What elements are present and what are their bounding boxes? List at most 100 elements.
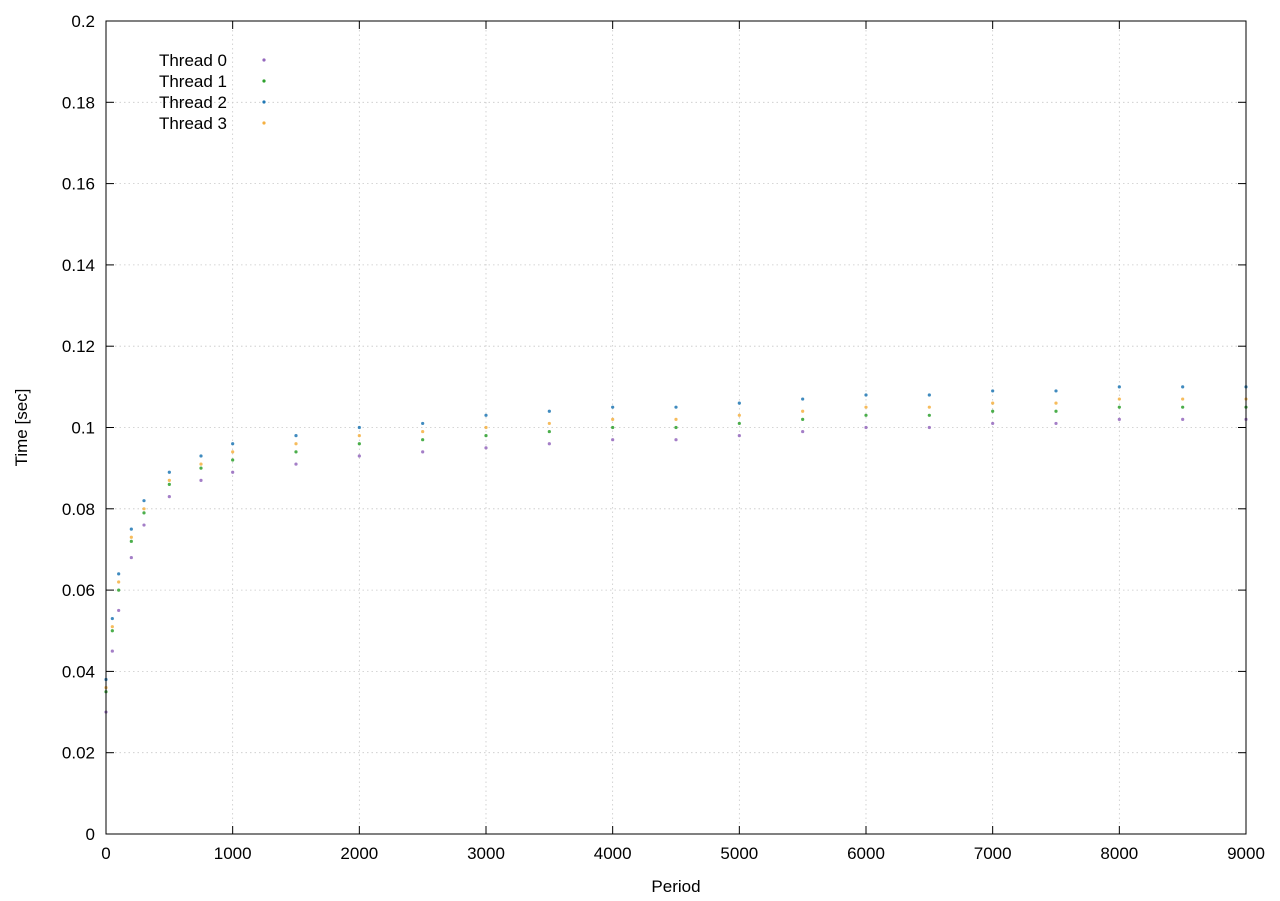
y-tick-label: 0.12 xyxy=(62,337,95,356)
data-point xyxy=(1054,389,1058,393)
x-axis-label: Period xyxy=(651,877,700,896)
series-thread-2 xyxy=(104,385,1248,682)
data-point xyxy=(864,393,868,397)
legend-marker xyxy=(262,58,266,62)
data-point xyxy=(231,442,235,446)
data-point xyxy=(142,507,146,511)
data-point xyxy=(199,462,203,466)
legend-label: Thread 2 xyxy=(159,93,227,112)
data-point xyxy=(129,555,133,560)
y-tick-label: 0.08 xyxy=(62,500,95,519)
data-point xyxy=(991,421,995,426)
data-point xyxy=(484,446,488,450)
y-tick-label: 0.1 xyxy=(71,419,95,438)
x-tick-label: 8000 xyxy=(1100,844,1138,863)
chart-svg: 0 1000 2000 3000 4000 5000 6000 7000 8000 9000 0 0.… xyxy=(12,12,1265,896)
data-point xyxy=(129,527,133,531)
data-point xyxy=(864,405,868,409)
data-point xyxy=(421,450,425,454)
data-point xyxy=(547,409,551,413)
y-tick-label: 0.16 xyxy=(62,175,95,194)
data-point xyxy=(110,649,114,653)
legend-marker xyxy=(262,79,266,83)
data-point xyxy=(421,421,425,426)
y-tick-label: 0.14 xyxy=(62,256,95,275)
data-point xyxy=(611,425,615,430)
data-point xyxy=(294,442,298,446)
data-point xyxy=(167,495,171,499)
data-point xyxy=(737,434,741,438)
y-tick-label: 0.06 xyxy=(62,581,95,600)
data-point xyxy=(1054,421,1058,426)
legend-marker xyxy=(262,121,266,125)
legend: Thread 0 Thread 1 Thread 2 Thread 3 xyxy=(159,51,266,133)
series-thread-0 xyxy=(104,417,1248,714)
y-tick-label: 0.04 xyxy=(62,662,95,681)
data-point xyxy=(199,466,203,470)
data-point xyxy=(674,425,678,430)
data-point xyxy=(199,478,203,482)
data-point xyxy=(1117,385,1121,389)
data-point xyxy=(142,499,146,503)
data-point xyxy=(110,625,114,629)
data-point xyxy=(357,454,361,458)
data-point xyxy=(801,417,805,421)
data-point xyxy=(484,434,488,438)
data-point xyxy=(110,629,114,633)
points-layer xyxy=(104,385,1248,714)
data-point xyxy=(737,401,741,405)
data-point xyxy=(547,421,551,426)
x-tick-label: 2000 xyxy=(340,844,378,863)
x-tick-label: 9000 xyxy=(1227,844,1265,863)
data-point xyxy=(357,425,361,430)
data-point xyxy=(737,413,741,417)
data-point xyxy=(991,401,995,405)
data-point xyxy=(1117,417,1121,421)
data-point xyxy=(167,482,171,487)
x-tick-label: 0 xyxy=(101,844,110,863)
data-point xyxy=(129,535,133,539)
data-point xyxy=(117,608,121,613)
data-point xyxy=(231,450,235,454)
data-point xyxy=(484,413,488,417)
y-axis-label: Time [sec] xyxy=(12,389,31,467)
data-point xyxy=(1054,409,1058,413)
data-point xyxy=(167,470,171,474)
data-point xyxy=(674,438,678,442)
data-point xyxy=(117,572,121,576)
x-tick-label: 6000 xyxy=(847,844,885,863)
data-point xyxy=(421,438,425,442)
data-point xyxy=(117,588,121,592)
y-tick-label: 0.18 xyxy=(62,93,95,112)
data-point xyxy=(927,405,931,409)
data-point xyxy=(611,417,615,421)
data-point xyxy=(231,470,235,474)
data-point xyxy=(357,442,361,446)
data-point xyxy=(801,409,805,413)
legend-label: Thread 3 xyxy=(159,114,227,133)
data-point xyxy=(1054,401,1058,405)
x-tick-label: 3000 xyxy=(467,844,505,863)
data-point xyxy=(142,523,146,527)
y-tick-label: 0.02 xyxy=(62,744,95,763)
data-point xyxy=(357,434,361,438)
x-tick-label: 1000 xyxy=(214,844,252,863)
data-point xyxy=(737,421,741,426)
legend-marker xyxy=(262,100,266,104)
x-tick-label: 5000 xyxy=(720,844,758,863)
data-point xyxy=(801,429,805,434)
data-point xyxy=(1117,405,1121,409)
data-point xyxy=(1181,397,1185,401)
legend-label: Thread 1 xyxy=(159,72,227,91)
data-point xyxy=(991,409,995,413)
data-point xyxy=(927,393,931,397)
data-point xyxy=(611,438,615,442)
x-tick-label: 7000 xyxy=(974,844,1012,863)
x-tick-label: 4000 xyxy=(594,844,632,863)
data-point xyxy=(1181,405,1185,409)
scatter-chart: 0 1000 2000 3000 4000 5000 6000 7000 8000 9000 0 0.… xyxy=(0,0,1280,896)
data-point xyxy=(674,417,678,421)
data-point xyxy=(484,425,488,430)
data-point xyxy=(1117,397,1121,401)
data-point xyxy=(1181,417,1185,421)
